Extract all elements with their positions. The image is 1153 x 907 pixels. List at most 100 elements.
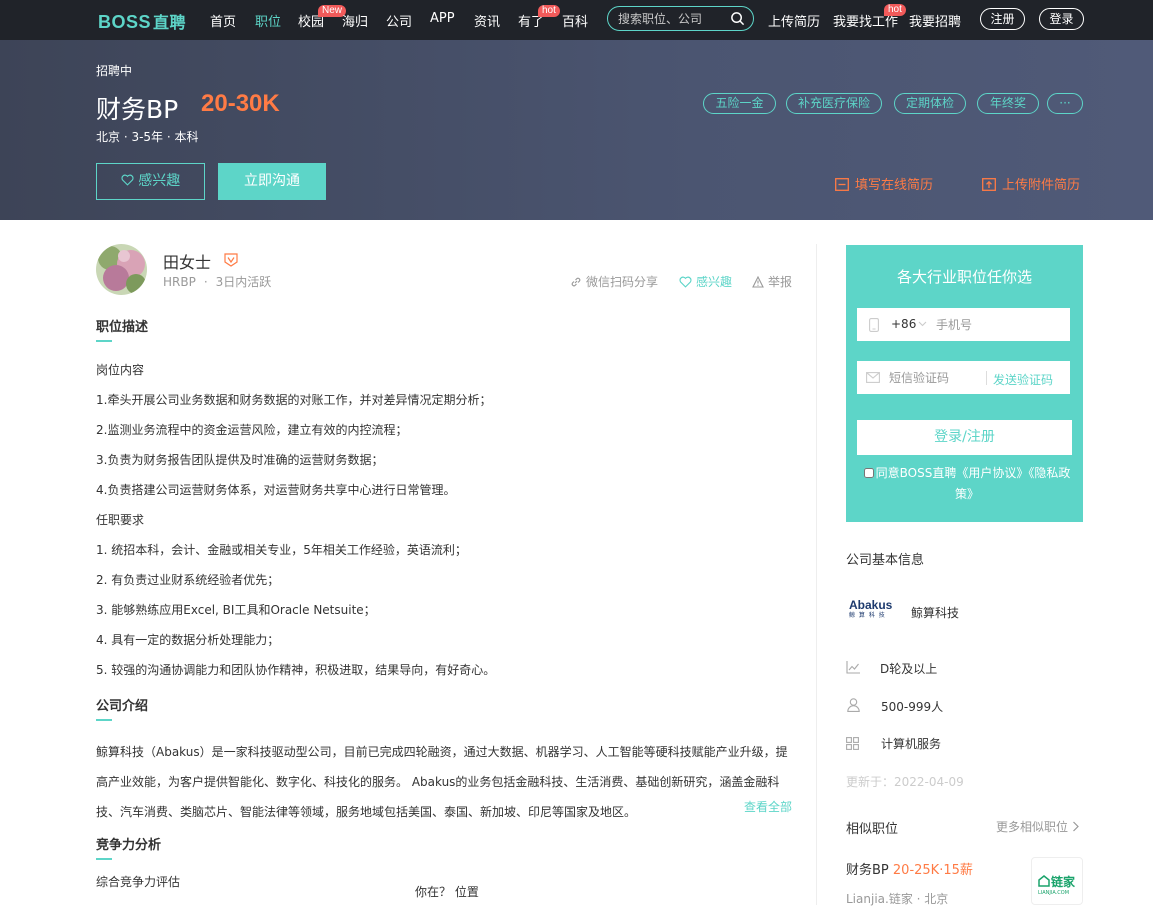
search-box — [607, 6, 754, 31]
login-panel: 各大行业职位任你选 +86 发送验证码 登录/注册 同意BOSS直聘《用户协议》… — [846, 245, 1083, 522]
lianjia-logo: 链家 LIANJIA.COM — [1031, 857, 1083, 905]
upload-icon — [982, 178, 996, 191]
interest-button[interactable]: 感兴趣 — [96, 163, 205, 200]
benefit-tag: 补充医疗保险 — [786, 93, 882, 114]
location-tip: 你在？ 位置 — [415, 885, 479, 899]
sms-code-input[interactable] — [889, 370, 984, 386]
company-info-title: 公司基本信息 — [846, 553, 925, 568]
company-intro-text: 鲸算科技（Abakus）是一家科技驱动型公司，目前已完成四轮融资，通过大数据、机… — [96, 745, 788, 819]
description-title: 职位描述 — [96, 320, 149, 335]
job-salary: 20-30K — [201, 90, 280, 117]
nav-news[interactable]: 资讯 — [474, 11, 500, 30]
agreement: 同意BOSS直聘《用户协议》《隐私政策》 — [862, 463, 1072, 505]
nav-jobs[interactable]: 职位 — [255, 11, 281, 30]
phone-input[interactable] — [936, 317, 1056, 333]
login-button[interactable]: 登录 — [1039, 8, 1084, 30]
updated-date: 更新于：2022-04-09 — [846, 775, 964, 789]
description-line: 1.牵头开展公司业务数据和财务数据的对账工作，并对差异情况定期分析； — [96, 393, 492, 407]
similar-job-company: Lianjia.链家 · 北京 — [846, 892, 949, 906]
house-icon — [1038, 875, 1050, 887]
warning-icon — [752, 275, 764, 288]
description-line: 4.负责搭建公司运营财务体系，对运营财务共享中心进行日常管理。 — [96, 483, 456, 497]
boss-logo[interactable]: BOSS 直聘 — [98, 9, 186, 33]
nav-app[interactable]: APP — [430, 11, 455, 26]
company-logo[interactable]: Abakus 鲸 算 科 技 — [849, 598, 901, 620]
section-underline — [96, 340, 112, 342]
recruiter-role: HRBP · 3日内活跃 — [163, 275, 272, 289]
search-icon[interactable] — [730, 11, 745, 26]
chevron-down-icon[interactable] — [918, 321, 927, 327]
job-title: 财务BP — [96, 95, 179, 124]
mail-icon — [866, 372, 880, 383]
column-divider — [816, 244, 817, 905]
job-meta: 北京 · 3-5年 · 本科 — [96, 130, 199, 144]
hot-badge-2: hot — [884, 4, 906, 16]
person-icon — [847, 698, 860, 712]
hot-badge: hot — [538, 5, 560, 17]
nav-wiki[interactable]: 百科 — [562, 11, 588, 30]
attach-resume-link[interactable]: 上传附件简历 — [982, 174, 1080, 193]
description-line: 3. 能够熟练应用Excel, BI工具和Oracle Netsuite； — [96, 603, 376, 617]
send-code-button[interactable]: 发送验证码 — [993, 371, 1053, 388]
link-icon — [571, 277, 581, 287]
hire-link[interactable]: 我要招聘 — [909, 11, 961, 30]
upload-resume-link[interactable]: 上传简历 — [768, 11, 820, 30]
chart-icon — [846, 661, 860, 674]
company-stage: D轮及以上 — [880, 662, 938, 676]
agree-checkbox[interactable] — [863, 468, 874, 478]
heart-icon — [679, 276, 692, 288]
description-line: 2. 有负责过业财系统经验者优先； — [96, 573, 280, 587]
login-panel-title: 各大行业职位任你选 — [896, 268, 1032, 286]
interest-link[interactable]: 感兴趣 — [679, 273, 732, 290]
job-status: 招聘中 — [96, 64, 133, 78]
chevron-right-icon — [1073, 821, 1079, 832]
description-line: 3.负责为财务报告团队提供及时准确的运营财务数据； — [96, 453, 384, 467]
online-resume-link[interactable]: 填写在线简历 — [835, 174, 933, 193]
description-line: 岗位内容 — [96, 363, 145, 377]
section-underline — [96, 719, 112, 721]
recruiter-avatar — [96, 244, 147, 295]
job-header: 招聘中 财务BP 20-30K 北京 · 3-5年 · 本科 五险一金 补充医疗… — [0, 40, 1153, 220]
chat-now-button[interactable]: 立即沟通 — [218, 163, 326, 200]
phone-field: +86 — [857, 308, 1070, 341]
nav-home[interactable]: 首页 — [210, 11, 236, 30]
see-all-link[interactable]: 查看全部 — [744, 798, 792, 815]
share-link[interactable]: 微信扫码分享 — [570, 273, 658, 290]
description-line: 5. 较强的沟通协调能力和团队协作精神，积极进取，结果导向，有好奇心。 — [96, 663, 496, 677]
description-line: 2.监测业务流程中的资金运营风险，建立有效的内控流程； — [96, 423, 408, 437]
login-register-button[interactable]: 登录/注册 — [857, 420, 1072, 455]
benefit-tag: 年终奖 — [977, 93, 1039, 114]
company-name[interactable]: 鲸算科技 — [911, 604, 959, 621]
nav-companies[interactable]: 公司 — [386, 11, 412, 30]
phone-icon — [869, 318, 879, 332]
company-industry: 计算机服务 — [881, 737, 942, 751]
description-line: 4. 具有一定的数据分析处理能力； — [96, 633, 280, 647]
search-input[interactable] — [618, 11, 728, 27]
nav-overseas[interactable]: 海归 — [342, 11, 368, 30]
terms-link[interactable]: 《用户协议》 — [956, 466, 1028, 480]
benefit-tag: 定期体检 — [894, 93, 966, 114]
similar-jobs-title: 相似职位 — [846, 822, 899, 837]
country-code[interactable]: +86 — [891, 317, 916, 331]
resume-edit-icon — [835, 178, 849, 191]
section-underline — [96, 858, 112, 860]
sms-code-field: 发送验证码 — [857, 361, 1070, 394]
description-line: 任职要求 — [96, 513, 145, 527]
register-button[interactable]: 注册 — [980, 8, 1025, 30]
field-divider — [986, 371, 987, 385]
competition-subtitle: 综合竞争力评估 — [96, 875, 181, 889]
grid-icon — [846, 737, 859, 750]
verified-icon — [224, 253, 238, 267]
report-link[interactable]: 举报 — [752, 273, 792, 290]
recruiter-name: 田女士 — [163, 253, 212, 272]
more-tags-button[interactable]: ··· — [1047, 93, 1083, 114]
description-line: 1. 统招本科，会计、金融或相关专业，5年相关工作经验，英语流利； — [96, 543, 467, 557]
company-size: 500-999人 — [881, 700, 944, 714]
top-nav: BOSS 直聘 首页 职位 校园 New 海归 公司 APP 资讯 有了 hot … — [0, 0, 1153, 40]
competition-title: 竞争力分析 — [96, 838, 162, 853]
more-similar-link[interactable]: 更多相似职位 — [996, 818, 1080, 835]
company-intro-title: 公司介绍 — [96, 699, 149, 714]
heart-icon — [121, 174, 134, 186]
benefit-tag: 五险一金 — [703, 93, 776, 114]
similar-job-link[interactable]: 财务BP 20-25K·15薪 — [846, 859, 973, 878]
